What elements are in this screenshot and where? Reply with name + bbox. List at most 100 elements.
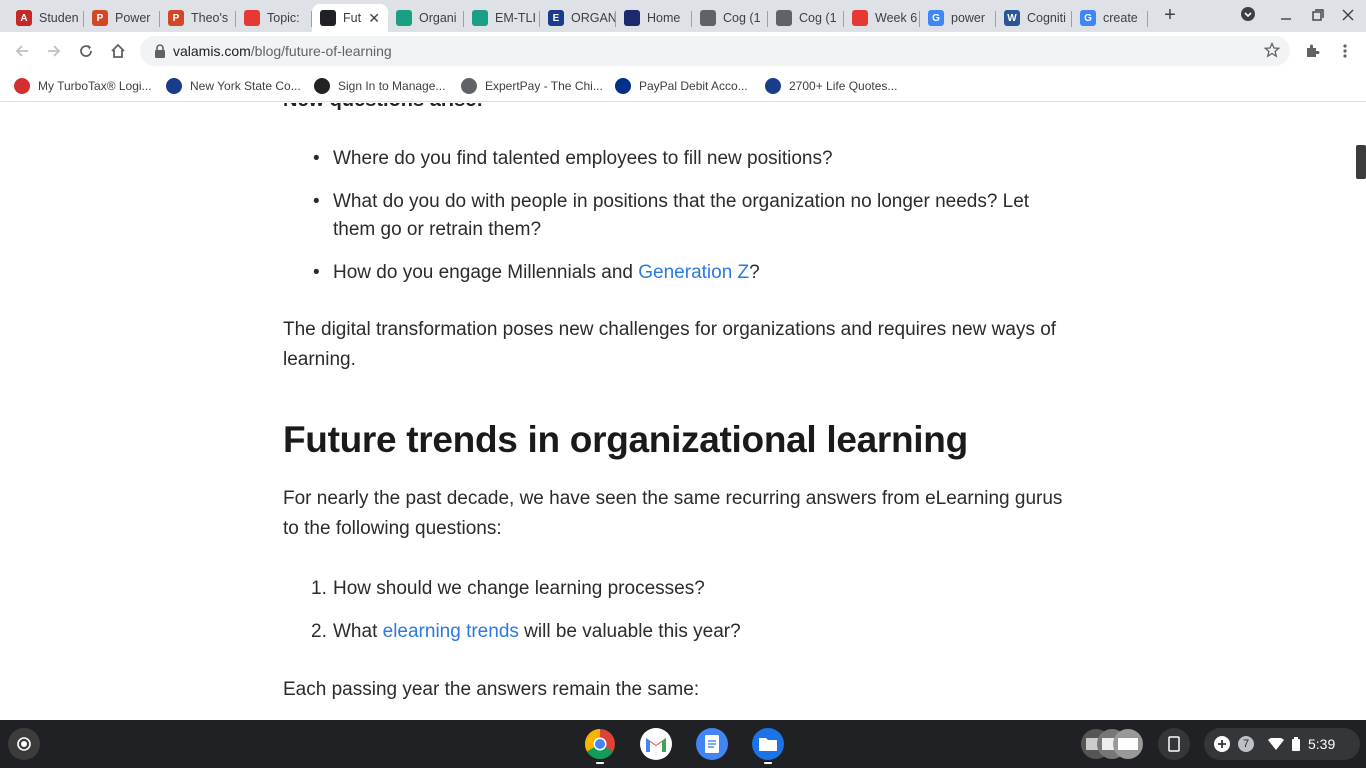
bookmark-favicon-icon — [765, 78, 781, 94]
back-icon[interactable] — [11, 40, 33, 62]
tab-favicon-icon — [472, 10, 488, 26]
tab-title: EM-TLI — [495, 11, 536, 25]
gmail-icon[interactable] — [640, 728, 672, 760]
bookmark-label: My TurboTax® Logi... — [38, 79, 152, 93]
tab-title: Theo's — [191, 11, 229, 25]
list-item: 2. What elearning trends will be valuable… — [311, 621, 741, 642]
scrollbar-thumb[interactable] — [1356, 145, 1366, 179]
bookmark-item[interactable]: My TurboTax® Logi... — [14, 76, 152, 96]
bookmark-label: Sign In to Manage... — [338, 79, 446, 93]
tab-favicon-icon — [776, 10, 792, 26]
chrome-icon[interactable] — [584, 728, 616, 760]
browser-tab[interactable]: Gpower — [920, 4, 996, 32]
bookmark-item[interactable]: New York State Co... — [166, 76, 301, 96]
tab-title: power — [951, 11, 986, 25]
bookmark-item[interactable]: ExpertPay - The Chi... — [461, 76, 603, 96]
launcher-button[interactable] — [8, 728, 40, 760]
tab-title: Week 6 — [875, 11, 918, 25]
browser-tab[interactable]: Cog (1 — [768, 4, 844, 32]
tab-favicon-icon — [700, 10, 716, 26]
bookmark-favicon-icon — [461, 78, 477, 94]
bookmark-favicon-icon — [14, 78, 30, 94]
tab-title: create — [1103, 11, 1138, 25]
browser-tab[interactable]: Home — [616, 4, 692, 32]
browser-tab[interactable]: A Studen — [8, 4, 84, 32]
browser-tab[interactable]: Week 6 — [844, 4, 920, 32]
browser-toolbar: valamis.com/blog/future-of-learning — [0, 32, 1366, 70]
reload-icon[interactable] — [75, 40, 97, 62]
tab-search-icon[interactable] — [1238, 6, 1258, 26]
tab-favicon-icon — [244, 10, 260, 26]
tab-separator — [1147, 11, 1148, 27]
update-icon — [1214, 736, 1230, 752]
tab-title: Cog (1 — [799, 11, 837, 25]
address-bar[interactable]: valamis.com/blog/future-of-learning — [140, 36, 1290, 66]
tab-title: Home — [647, 11, 681, 25]
tab-strip: A Studen P Power P Theo's Topic: Fut ✕ Organi EM-T… — [0, 0, 1366, 32]
close-window-icon[interactable] — [1338, 6, 1358, 26]
os-shelf: 7 5:39 — [0, 720, 1366, 768]
tab-title: Cogniti — [1027, 11, 1066, 25]
browser-tab[interactable]: Cog (1 — [692, 4, 768, 32]
tab-favicon-icon — [624, 10, 640, 26]
bookmark-label: PayPal Debit Acco... — [639, 79, 748, 93]
bookmark-star-icon[interactable] — [1263, 41, 1281, 63]
tab-title: Topic: — [267, 11, 300, 25]
bookmark-item[interactable]: PayPal Debit Acco... — [615, 76, 748, 96]
list-item: Where do you find talented employees to … — [313, 145, 1073, 173]
browser-tab[interactable]: W Cogniti — [996, 4, 1072, 32]
holding-space-thumbnails[interactable] — [1080, 728, 1146, 760]
lock-icon[interactable] — [154, 44, 166, 63]
generation-z-link[interactable]: Generation Z — [638, 262, 749, 283]
browser-tab[interactable]: Topic: — [236, 4, 312, 32]
paragraph: Each passing year the answers remain the… — [283, 679, 700, 700]
browser-menu-icon[interactable] — [1334, 40, 1356, 62]
tab-favicon-icon — [852, 10, 868, 26]
running-indicator — [596, 762, 604, 764]
system-tray[interactable]: 7 5:39 — [1204, 728, 1360, 760]
elearning-trends-link[interactable]: elearning trends — [383, 621, 519, 642]
tab-title: Studen — [39, 11, 79, 25]
files-icon[interactable] — [752, 728, 784, 760]
tab-favicon-icon: A — [16, 10, 32, 26]
section-heading-partial: New questions arise: — [283, 103, 483, 112]
list-item: 1. How should we change learning processe… — [311, 578, 705, 599]
bookmark-favicon-icon — [166, 78, 182, 94]
tab-favicon-icon: P — [168, 10, 184, 26]
tab-favicon-icon: E — [548, 10, 564, 26]
minimize-icon[interactable] — [1276, 6, 1296, 26]
restore-icon[interactable] — [1308, 6, 1328, 26]
tab-title: Organi — [419, 11, 457, 25]
docs-icon[interactable] — [696, 728, 728, 760]
extensions-puzzle-icon[interactable] — [1301, 40, 1323, 62]
bookmark-label: New York State Co... — [190, 79, 301, 93]
tab-title: Cog (1 — [723, 11, 761, 25]
clock-time: 5:39 — [1308, 736, 1336, 752]
url-text[interactable]: valamis.com/blog/future-of-learning — [173, 43, 392, 59]
browser-tab[interactable]: EM-TLI — [464, 4, 540, 32]
bookmark-item[interactable]: 2700+ Life Quotes... — [765, 76, 897, 96]
phone-hub-icon[interactable] — [1158, 728, 1190, 760]
page-content: New questions arise: Where do you find t… — [0, 103, 1366, 720]
wifi-icon — [1268, 738, 1284, 750]
questions-list: Where do you find talented employees to … — [313, 145, 1073, 302]
browser-tab[interactable]: Gcreate — [1072, 4, 1148, 32]
browser-tab[interactable]: P Theo's — [160, 4, 236, 32]
list-item: What do you do with people in positions … — [313, 188, 1073, 244]
browser-tab[interactable]: Fut ✕ — [312, 4, 388, 32]
new-tab-button[interactable]: + — [1160, 5, 1180, 25]
tab-favicon-icon: G — [928, 10, 944, 26]
home-icon[interactable] — [107, 40, 129, 62]
bookmark-item[interactable]: Sign In to Manage... — [314, 76, 445, 96]
browser-tab[interactable]: P Power — [84, 4, 160, 32]
tab-favicon-icon: G — [1080, 10, 1096, 26]
numbered-list: 1. How should we change learning processe… — [311, 575, 1073, 661]
list-item: How do you engage Millennials and Genera… — [313, 259, 1073, 287]
tab-favicon-icon — [320, 10, 336, 26]
browser-tab[interactable]: Organi — [388, 4, 464, 32]
tab-title: Fut — [343, 11, 362, 25]
browser-tab[interactable]: E ORGAN — [540, 4, 616, 32]
forward-icon[interactable] — [43, 40, 65, 62]
tab-close-icon[interactable]: ✕ — [368, 10, 380, 27]
tab-title: ORGAN — [571, 11, 616, 25]
